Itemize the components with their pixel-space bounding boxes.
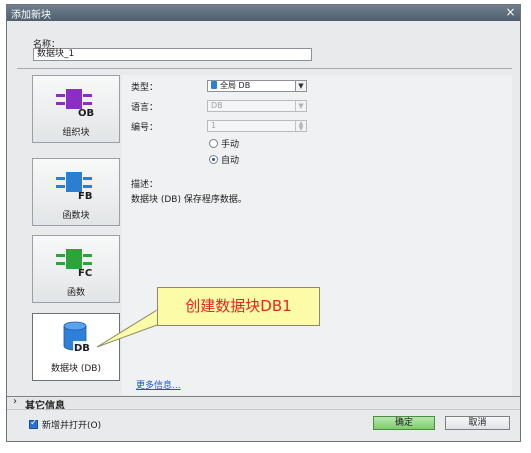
additional-info-bar[interactable]: › 其它信息 bbox=[7, 396, 520, 412]
language-select[interactable]: DB ▼ bbox=[207, 100, 307, 112]
chevron-down-icon[interactable]: ▼ bbox=[295, 101, 306, 111]
close-icon[interactable]: × bbox=[504, 5, 517, 19]
chevron-down-icon[interactable]: ▼ bbox=[295, 81, 306, 91]
fc-block-icon: FC bbox=[56, 249, 92, 277]
chevron-right-icon[interactable]: › bbox=[13, 396, 17, 407]
db-icon bbox=[211, 81, 217, 89]
block-type-db-label: 数据块 (DB) bbox=[51, 364, 101, 374]
description-text: 数据块 (DB) 保存程序数据。 bbox=[131, 195, 247, 205]
radio-manual-dot[interactable] bbox=[209, 139, 218, 148]
callout-text: 创建数据块DB1 bbox=[185, 297, 292, 315]
divider bbox=[17, 68, 512, 69]
block-type-fc-label: 函数 bbox=[66, 288, 85, 298]
block-properties-panel bbox=[122, 75, 512, 395]
more-info-link[interactable]: 更多信息... bbox=[136, 378, 181, 391]
ok-button[interactable]: 确定 bbox=[373, 416, 435, 430]
radio-auto[interactable]: 自动 bbox=[209, 153, 239, 166]
block-type-fc-button[interactable]: FC 函数 bbox=[32, 235, 120, 303]
fc-code: FC bbox=[78, 268, 92, 277]
spinner-icon[interactable]: ▲ ▼ bbox=[295, 121, 306, 132]
number-stepper[interactable]: 1 ▲ ▼ bbox=[207, 120, 307, 132]
block-type-ob-button[interactable]: OB 组织块 bbox=[32, 75, 120, 143]
callout-pointer bbox=[96, 309, 158, 348]
type-label: 类型： bbox=[131, 83, 159, 93]
checkbox-checked-icon[interactable] bbox=[29, 418, 38, 429]
ob-code: OB bbox=[78, 108, 94, 117]
dialog-title: 添加新块 bbox=[11, 10, 51, 21]
block-type-fb-button[interactable]: FB 函数块 bbox=[32, 158, 120, 226]
block-type-fb-label: 函数块 bbox=[62, 211, 90, 221]
block-name-input[interactable]: 数据块_1 bbox=[33, 48, 312, 61]
ob-block-icon: OB bbox=[56, 89, 94, 117]
footer-divider bbox=[7, 409, 520, 410]
add-new-block-dialog: 添加新块 × 名称： 数据块_1 OB 组织块 FB 函数块 FC 函数 DB … bbox=[6, 4, 521, 442]
language-label: 语言： bbox=[131, 103, 159, 113]
annotation-callout: 创建数据块DB1 bbox=[157, 287, 320, 326]
title-bar: 添加新块 × bbox=[7, 5, 520, 21]
type-value: 全局 DB bbox=[220, 81, 251, 90]
add-and-open-label: 新增并打开(O) bbox=[42, 421, 102, 431]
language-value: DB bbox=[211, 101, 223, 110]
radio-auto-dot[interactable] bbox=[209, 155, 218, 164]
type-select[interactable]: 全局 DB ▼ bbox=[207, 80, 307, 92]
radio-manual[interactable]: 手动 bbox=[209, 137, 239, 150]
add-and-open-checkbox[interactable]: 新增并打开(O) bbox=[29, 418, 101, 431]
fb-code: FB bbox=[78, 191, 92, 200]
radio-manual-label: 手动 bbox=[221, 140, 240, 150]
block-type-ob-label: 组织块 bbox=[62, 128, 90, 138]
description-label: 描述： bbox=[131, 180, 159, 190]
number-label: 编号： bbox=[131, 123, 159, 133]
radio-auto-label: 自动 bbox=[221, 156, 240, 166]
fb-block-icon: FB bbox=[56, 172, 92, 200]
cancel-button[interactable]: 取消 bbox=[445, 416, 510, 430]
number-value: 1 bbox=[211, 121, 217, 130]
